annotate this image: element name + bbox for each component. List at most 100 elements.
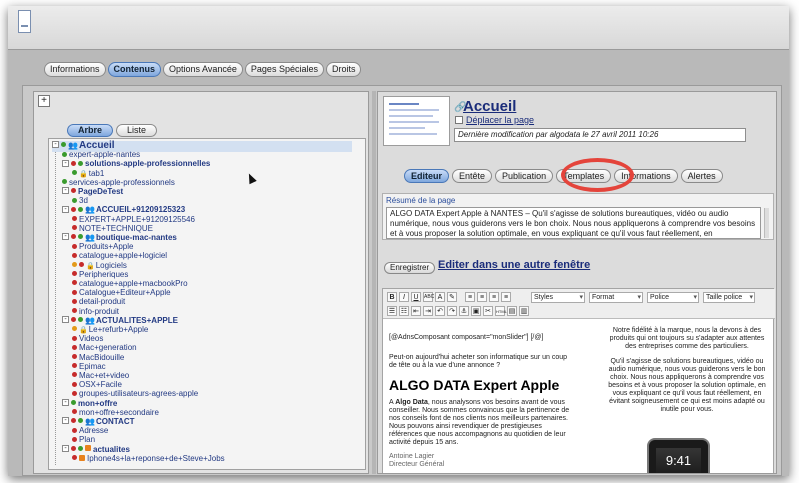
toolbar-button[interactable]: U <box>411 292 421 302</box>
main-tab-contenus[interactable]: Contenus <box>107 62 162 77</box>
toolbar-button[interactable]: ▣ <box>471 306 481 316</box>
save-button[interactable]: Enregistrer <box>384 262 436 274</box>
tree-node[interactable]: Mac+et+video <box>72 371 129 380</box>
tree-node[interactable]: - actualites <box>62 445 130 454</box>
add-page-button[interactable]: + <box>38 95 50 107</box>
summary-scrollbar[interactable] <box>764 208 769 238</box>
toolbar-button[interactable]: ☷ <box>399 306 409 316</box>
toolbar-button[interactable]: ▤ <box>507 306 517 316</box>
toolbar-button[interactable]: ☰ <box>387 306 397 316</box>
panel-splitter[interactable] <box>372 91 376 474</box>
tree-node[interactable]: Catalogue+Editeur+Apple <box>72 288 171 297</box>
tree-node[interactable]: - PageDeTest <box>62 187 123 196</box>
tree-node[interactable]: - mon+offre <box>62 399 117 408</box>
tree-node[interactable]: - 👥ACCUEIL+91209125323 <box>62 205 185 214</box>
toolbar-button[interactable]: ≡ <box>465 292 475 302</box>
collapse-toggle-icon[interactable]: - <box>62 205 69 213</box>
status-dot-icon <box>78 317 83 323</box>
tree-node[interactable]: Iphone4s+la+reponse+de+Steve+Jobs <box>72 454 225 463</box>
tree-node[interactable]: 3d <box>72 196 88 205</box>
toolbar-button[interactable]: ≡ <box>489 292 499 302</box>
tree-node[interactable]: expert-apple-nantes <box>62 150 140 159</box>
tree-node[interactable]: catalogue+apple+logiciel <box>72 251 167 260</box>
toolbar-button[interactable]: ABC <box>423 292 434 302</box>
tree-node[interactable]: - 👥CONTACT <box>62 417 134 426</box>
tree-node[interactable]: Mac+generation <box>72 343 137 352</box>
tree-node[interactable]: Adresse <box>72 426 108 435</box>
tree-node[interactable]: 🔒Le+refurb+Apple <box>72 325 148 334</box>
collapse-toggle-icon[interactable]: - <box>62 187 69 195</box>
tree-node[interactable]: catalogue+apple+macbookPro <box>72 279 188 288</box>
tree-node-label: CONTACT <box>95 417 135 426</box>
tree-node-label: 3d <box>79 196 88 206</box>
tree-node[interactable]: NOTE+TECHNIQUE <box>72 224 153 233</box>
collapse-toggle-icon[interactable]: - <box>62 444 69 452</box>
toolbar-button[interactable]: A <box>435 292 445 302</box>
collapse-toggle-icon[interactable]: - <box>62 417 69 425</box>
tree-node[interactable]: detail-produit <box>72 297 125 306</box>
tree-node[interactable]: Peripheriques <box>72 270 128 279</box>
tree-node[interactable]: - 👥boutique-mac-nantes <box>62 233 177 242</box>
toolbar-button[interactable]: ✂ <box>483 306 493 316</box>
toolbar-button[interactable]: ≡ <box>477 292 487 302</box>
tree-node[interactable]: groupes-utilisateurs-agrees-apple <box>72 389 198 398</box>
toolbar-select-taille-police[interactable]: Taille police <box>703 292 755 303</box>
tree-node[interactable]: services-apple-professionnels <box>62 178 175 187</box>
collapse-toggle-icon[interactable]: - <box>62 159 69 167</box>
tree-tab-liste[interactable]: Liste <box>116 124 158 137</box>
page-title[interactable]: Accueil <box>463 98 516 115</box>
editor-tab-ent-te[interactable]: Entête <box>452 169 493 183</box>
toolbar-button[interactable]: ⇤ <box>411 306 421 316</box>
tree-node[interactable]: EXPERT+APPLE+91209125546 <box>72 215 195 224</box>
main-tab-pages-sp-ciales[interactable]: Pages Spéciales <box>244 62 324 77</box>
tree-tab-arbre[interactable]: Arbre <box>67 124 114 137</box>
status-dot-icon <box>72 427 77 433</box>
toolbar-button[interactable]: ⇥ <box>423 306 433 316</box>
toolbar-button[interactable]: B <box>387 292 397 302</box>
tree-node[interactable]: Produits+Apple <box>72 242 133 251</box>
toolbar-button[interactable]: ≡ <box>501 292 511 302</box>
edit-in-new-window-link[interactable]: Editer dans une autre fenêtre <box>438 259 590 271</box>
toolbar-button[interactable]: HTML <box>495 306 507 316</box>
main-tab-informations[interactable]: Informations <box>44 62 106 77</box>
collapse-toggle-icon[interactable]: - <box>62 233 69 241</box>
tree-node[interactable]: 🔒tab1 <box>72 169 104 178</box>
collapse-toggle-icon[interactable]: - <box>62 398 69 406</box>
collapse-toggle-icon[interactable]: - <box>52 141 59 149</box>
editor-tab-editeur[interactable]: Editeur <box>404 169 450 183</box>
tree-node[interactable]: MacBidouille <box>72 353 124 362</box>
tree-node[interactable]: - 👥ACTUALITES+APPLE <box>62 316 178 325</box>
toolbar-select-format[interactable]: Format <box>589 292 643 303</box>
editor-toolbar: BIUABCA✎≡≡≡≡StylesFormatPoliceTaille pol… <box>383 289 775 319</box>
toolbar-button[interactable]: I <box>399 292 409 302</box>
summary-textarea[interactable]: ALGO DATA Expert Apple à NANTES – Qu'il … <box>386 207 761 239</box>
lock-icon: 🔒 <box>79 327 88 334</box>
editor-tab-publication[interactable]: Publication <box>495 169 554 183</box>
tree-node[interactable]: Videos <box>72 334 103 343</box>
tree-node[interactable]: Epimac <box>72 362 106 371</box>
editor-tab-alertes[interactable]: Alertes <box>680 169 723 183</box>
status-dot-icon <box>78 160 83 166</box>
tree-node[interactable]: Plan <box>72 435 95 444</box>
move-page-link[interactable]: Déplacer la page <box>466 115 534 125</box>
main-tab-options-avanc-e[interactable]: Options Avancée <box>163 62 243 77</box>
collapse-toggle-icon[interactable]: - <box>62 316 69 324</box>
toolbar-select-police[interactable]: Police <box>647 292 699 303</box>
app-icon <box>18 10 31 33</box>
tree-node[interactable]: info-produit <box>72 307 119 316</box>
status-dot-icon <box>72 436 77 442</box>
tree-node[interactable]: mon+offre+secondaire <box>72 408 159 417</box>
tree-node[interactable]: 🔒Logiciels <box>72 261 127 270</box>
toolbar-button[interactable]: ▥ <box>519 306 529 316</box>
status-dot-icon <box>78 445 83 451</box>
toolbar-button[interactable]: ↷ <box>447 306 457 316</box>
toolbar-button[interactable]: ✎ <box>447 292 457 302</box>
toolbar-button[interactable]: ↶ <box>435 306 445 316</box>
tree-node[interactable]: - solutions-apple-professionnelles <box>62 159 210 168</box>
editor-content[interactable]: [@AdnsComposant composant="monSlider"] [… <box>383 320 775 473</box>
main-tab-droits[interactable]: Droits <box>325 62 362 77</box>
tree-node-label: PageDeTest <box>78 187 124 196</box>
toolbar-button[interactable]: ⚓ <box>459 306 469 316</box>
toolbar-select-styles[interactable]: Styles <box>531 292 585 303</box>
tree-node[interactable]: OSX+Facile <box>72 380 122 389</box>
